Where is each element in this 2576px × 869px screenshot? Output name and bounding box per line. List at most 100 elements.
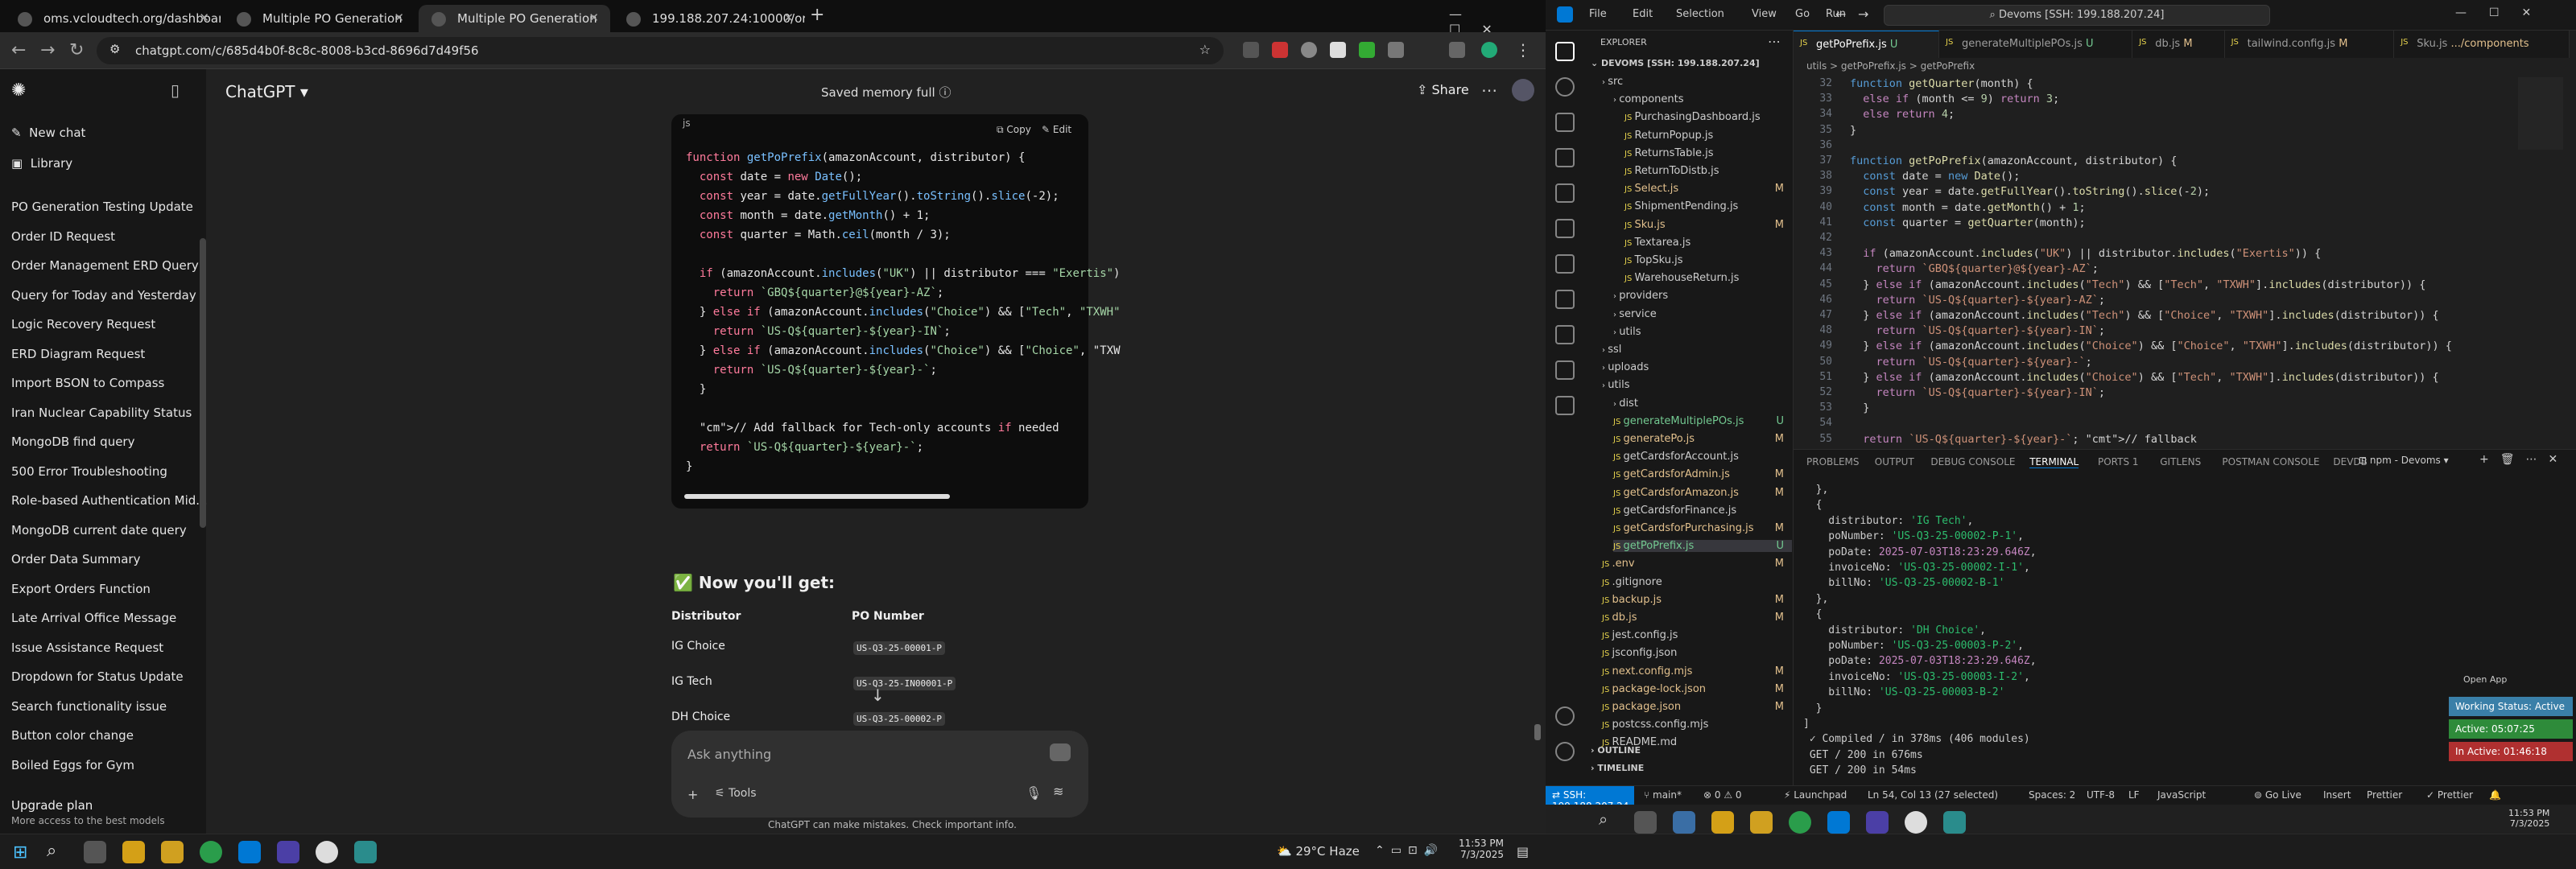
share-button[interactable]: ⇪ Share [1417, 82, 1469, 97]
menu-item[interactable]: Edit [1633, 8, 1653, 20]
tab-multiple-po-1[interactable]: Multiple PO Generation ✕ [224, 5, 415, 32]
tab-oms-dashboard[interactable]: oms.vcloudtech.org/dashboard ✕ [5, 5, 221, 32]
chat-history-item[interactable]: PO Generation Testing Update [11, 200, 193, 214]
code-line[interactable]: return `US-Q${quarter}-${year}-`; "cmt">… [1850, 433, 2197, 446]
user-avatar[interactable] [1512, 79, 1534, 101]
file-tree-item[interactable]: JS WarehouseReturn.js [1624, 272, 1792, 284]
code-line[interactable]: return `US-Q${quarter}-${year}-IN`; [1850, 324, 2106, 337]
file-tree-item[interactable]: JS PurchasingDashboard.js [1624, 111, 1792, 123]
app-icon[interactable] [1905, 811, 1927, 834]
extension-icon[interactable] [1272, 42, 1288, 58]
file-tree-item[interactable]: JS .env M [1602, 558, 1792, 570]
tools-button[interactable]: ⚟ Tools [715, 787, 757, 800]
file-tree-item[interactable]: › providers [1613, 290, 1792, 302]
file-tree-item[interactable]: JS .gitignore [1602, 576, 1792, 588]
menu-item[interactable]: Go [1795, 8, 1810, 20]
sidebar-scrollbar[interactable] [200, 238, 206, 528]
weather-widget[interactable]: ⛅ 29°C Haze [1277, 844, 1360, 859]
chat-history-item[interactable]: Order Data Summary [11, 552, 140, 566]
code-line[interactable]: return `GBQ${quarter}@${year}-AZ`; [1850, 262, 2099, 275]
chat-history-item[interactable]: Export Orders Function [11, 582, 151, 596]
tab-orders[interactable]: 199.188.207.24:10000/orders/6✕ [613, 5, 805, 32]
task-view-icon[interactable] [84, 841, 106, 863]
memory-status[interactable]: Saved memory full ⓘ [821, 84, 951, 101]
code-line[interactable]: return `US-Q${quarter}-${year}-IN`; [1850, 386, 2106, 399]
code-line[interactable]: } else if (amazonAccount.includes("Choic… [1850, 371, 2438, 384]
remote-explorer-icon[interactable] [1555, 219, 1575, 238]
new-chat-button[interactable]: ✎ New chat [11, 126, 85, 140]
notification-icon[interactable]: ▤ [1517, 844, 1529, 859]
menu-item[interactable]: File [1589, 8, 1607, 20]
file-explorer-icon[interactable] [122, 841, 145, 863]
vscode-icon[interactable] [1827, 811, 1850, 834]
editor-tab[interactable]: JS generateMultiplePOs.js U [1939, 31, 2133, 58]
chat-history-item[interactable]: Role-based Authentication Mid... [11, 493, 208, 508]
file-tree-item[interactable]: JS ReturnToDistb.js [1624, 165, 1792, 177]
chat-history-item[interactable]: Button color change [11, 728, 134, 743]
model-selector[interactable]: ChatGPT ▾ [225, 82, 308, 101]
minimap[interactable] [2518, 77, 2563, 150]
clock[interactable]: 11:53 PM 7/3/2025 [1459, 838, 1504, 860]
openai-logo-icon[interactable]: ✺ [11, 80, 26, 101]
editor-tab[interactable]: JS getPoPrefix.js U [1794, 31, 1939, 58]
close-icon[interactable]: ✕ [394, 10, 404, 25]
code-line[interactable]: const quarter = getQuarter(month); [1850, 216, 2085, 229]
system-tray-icons[interactable]: ⌃▭⊡🔊 [1375, 844, 1444, 857]
extension-icon[interactable] [1243, 42, 1259, 58]
code-scrollbar[interactable] [684, 494, 950, 499]
upgrade-plan-button[interactable]: Upgrade plan More access to the best mod… [11, 798, 165, 826]
chat-history-item[interactable]: Logic Recovery Request [11, 317, 155, 332]
search-icon[interactable] [1555, 77, 1575, 97]
more-options-icon[interactable]: ⋯ [1768, 34, 1781, 49]
microphone-icon[interactable]: 🎙 [1026, 785, 1042, 801]
chat-history-item[interactable]: Order ID Request [11, 229, 115, 244]
branch-indicator[interactable]: ⑂ main* [1644, 789, 1682, 801]
panel-tab[interactable]: OUTPUT [1875, 456, 1914, 467]
back-icon[interactable]: ← [1835, 6, 1846, 22]
file-tree-item[interactable]: JS getCardsforAdmin.js M [1613, 468, 1792, 480]
zoom-icon[interactable] [1673, 811, 1695, 834]
chat-input[interactable]: Ask anything [687, 747, 771, 762]
file-tree-item[interactable]: JS ShipmentPending.js [1624, 200, 1792, 212]
file-tree-item[interactable]: JS jest.config.js [1602, 629, 1792, 641]
window-controls[interactable]: —☐✕ [2455, 6, 2553, 19]
panel-tab[interactable]: GITLENS [2160, 456, 2201, 467]
file-tree-item[interactable]: JS TopSku.js [1624, 254, 1792, 266]
chat-history-item[interactable]: Issue Assistance Request [11, 640, 163, 655]
chrome-icon[interactable] [200, 841, 222, 863]
voice-mode-icon[interactable]: ≋ [1053, 784, 1063, 799]
file-tree-item[interactable]: JS getCardsforAmazon.js M [1613, 487, 1792, 499]
panel-tab[interactable]: DEBUG CONSOLE [1930, 456, 2015, 467]
remote-indicator[interactable]: ⇄ SSH: 199.188.207.24 [1546, 786, 1634, 812]
file-tree-item[interactable]: › components [1613, 93, 1792, 105]
forward-icon[interactable]: → [1858, 6, 1868, 22]
file-tree-item[interactable]: JS jsconfig.json [1602, 647, 1792, 659]
sidebar-toggle-icon[interactable]: ▯ [171, 80, 180, 100]
app-icon[interactable] [1866, 811, 1889, 834]
file-explorer-icon[interactable] [1711, 811, 1734, 834]
extensions-puzzle-icon[interactable] [1388, 42, 1404, 58]
file-tree-item[interactable]: JS getCardsforAccount.js [1613, 451, 1792, 463]
download-icon[interactable] [1449, 42, 1465, 58]
edit-button[interactable]: ✎ Edit [1042, 124, 1071, 135]
devdb-icon[interactable] [1555, 360, 1575, 380]
profile-avatar[interactable] [1481, 42, 1497, 58]
code-line[interactable]: } else if (amazonAccount.includes("Tech"… [1850, 309, 2438, 322]
file-tree-item[interactable]: JS ReturnPopup.js [1624, 130, 1792, 142]
indentation[interactable]: Spaces: 2 [2029, 789, 2075, 801]
editor-tab[interactable]: JS tailwind.config.js M [2224, 31, 2395, 58]
menu-item[interactable]: Selection [1676, 8, 1724, 20]
code-line[interactable]: const date = new Date(); [1850, 170, 2020, 183]
menu-item[interactable]: View [1752, 8, 1777, 20]
code-line[interactable]: } [1850, 402, 1869, 414]
file-tree-item[interactable]: JS next.config.mjs M [1602, 665, 1792, 677]
copy-button[interactable]: ⧉ Copy [997, 124, 1031, 136]
terminal-selector[interactable]: ⊡ npm - Devoms ▾ [2359, 455, 2449, 466]
vscode-icon[interactable] [238, 841, 261, 863]
problems-indicator[interactable]: ⊗ 0 ⚠ 0 [1703, 789, 1742, 801]
store-icon[interactable] [1750, 811, 1773, 834]
file-tree-item[interactable]: JS Textarea.js [1624, 237, 1792, 249]
code-line[interactable]: if (amazonAccount.includes("UK") || dist… [1850, 247, 2321, 260]
code-line[interactable]: else if (month <= 9) return 3; [1850, 93, 2059, 105]
go-live-button[interactable]: ⊚ Go Live [2254, 789, 2301, 801]
